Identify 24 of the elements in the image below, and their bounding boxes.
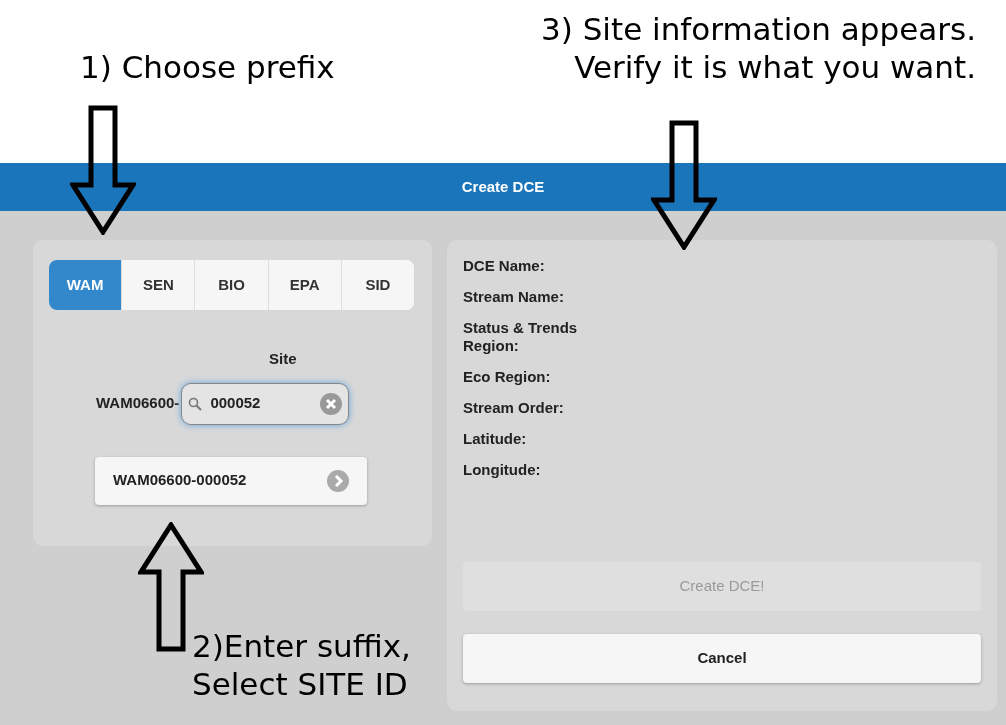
window-title: Create DCE [461, 176, 545, 197]
site-label: Site [269, 349, 298, 369]
field-label: Longitude: [463, 461, 542, 479]
annotation-text: 3) Site information appears. Verify it is what you want. [541, 10, 976, 86]
field-label: Latitude: [463, 430, 528, 448]
cancel-button[interactable]: Cancel [463, 634, 981, 683]
down-arrow-icon [651, 120, 717, 250]
down-arrow-icon [70, 105, 136, 235]
field-label: Eco Region: [463, 368, 552, 386]
site-result-item[interactable]: WAM06600-000052 [95, 456, 367, 505]
prefix-tab[interactable]: SID [340, 260, 414, 310]
site-prefix: WAM06600- [96, 393, 180, 414]
prefix-tab[interactable]: WAM [49, 260, 122, 310]
search-icon [188, 396, 203, 411]
field-label: DCE Name: [463, 257, 546, 275]
field-label: Stream Order: [463, 399, 565, 417]
annotation-text: 1) Choose prefix [80, 48, 335, 86]
clear-icon[interactable] [320, 392, 343, 415]
search-field[interactable]: 000052 [181, 382, 350, 425]
chevron-right-icon [327, 469, 349, 492]
search-input[interactable]: 000052 [210, 392, 313, 415]
field-label: Stream Name: [463, 288, 565, 306]
field-label: Status & Trends Region: [463, 319, 579, 355]
annotation-text: 2)Enter suffix, Select SITE ID [192, 627, 411, 703]
